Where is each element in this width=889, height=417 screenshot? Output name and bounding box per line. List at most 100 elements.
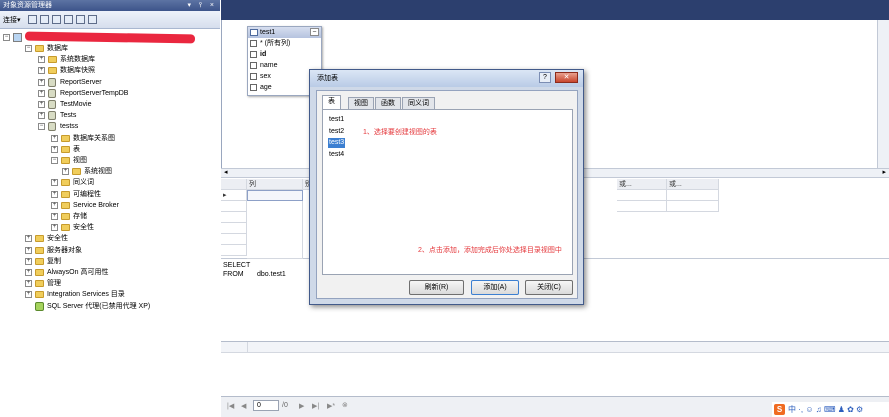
row-selector[interactable] bbox=[221, 212, 247, 223]
expand-icon[interactable]: + bbox=[25, 291, 32, 299]
expand-icon[interactable]: + bbox=[38, 89, 45, 97]
grid-header-or[interactable]: 或... bbox=[617, 179, 667, 190]
tab-synonyms[interactable]: 同义词 bbox=[402, 97, 435, 109]
record-number-input[interactable]: 0 bbox=[253, 400, 279, 411]
checkbox[interactable] bbox=[250, 84, 257, 91]
row-selector[interactable]: ▸ bbox=[221, 190, 247, 201]
checkbox[interactable] bbox=[250, 62, 257, 69]
row-selector[interactable] bbox=[221, 223, 247, 234]
list-item-test4[interactable]: test4 bbox=[328, 150, 345, 160]
expand-icon[interactable]: + bbox=[25, 280, 32, 288]
collapse-icon[interactable]: − bbox=[38, 123, 45, 131]
refresh-icon[interactable] bbox=[76, 15, 85, 24]
grid-cell-active[interactable] bbox=[247, 190, 303, 201]
expand-icon[interactable]: + bbox=[38, 67, 45, 75]
last-record-button[interactable]: ▶| bbox=[312, 402, 319, 410]
checkbox[interactable] bbox=[250, 40, 257, 47]
summary-icon[interactable] bbox=[88, 15, 97, 24]
tree-node[interactable]: + 可编程性 bbox=[51, 189, 210, 200]
row-selector[interactable] bbox=[221, 201, 247, 212]
list-item-test1[interactable]: test1 bbox=[328, 115, 345, 125]
tree-node[interactable]: + ReportServerTempDB bbox=[38, 88, 210, 99]
expand-icon[interactable]: + bbox=[38, 78, 45, 86]
next-record-button[interactable]: ▶ bbox=[299, 402, 304, 410]
tree-node[interactable]: + ReportServer bbox=[38, 77, 210, 88]
tree-node[interactable]: + Service Broker bbox=[51, 200, 210, 211]
tab-functions[interactable]: 函数 bbox=[375, 97, 401, 109]
close-icon[interactable]: ✕ bbox=[555, 72, 578, 83]
list-item-test3[interactable]: test3 bbox=[328, 138, 346, 148]
tree-node[interactable]: + 表 bbox=[51, 144, 210, 155]
expand-icon[interactable]: + bbox=[38, 112, 45, 120]
filter-icon[interactable] bbox=[64, 15, 73, 24]
grid-header-or[interactable]: 或... bbox=[667, 179, 719, 190]
prev-record-button[interactable]: ◀ bbox=[241, 402, 246, 410]
expand-icon[interactable]: + bbox=[51, 190, 58, 198]
grid-cell[interactable] bbox=[667, 201, 719, 212]
tab-tables[interactable]: 表 bbox=[322, 95, 341, 109]
tree-node[interactable]: + 管理 bbox=[25, 278, 210, 289]
first-record-button[interactable]: |◀ bbox=[227, 402, 234, 410]
disconnect-icon[interactable] bbox=[40, 15, 49, 24]
collapse-icon[interactable]: − bbox=[25, 45, 32, 52]
panel-window-buttons[interactable]: ▾ ⫯ × bbox=[187, 0, 217, 11]
tree-node[interactable]: + Tests bbox=[38, 110, 210, 121]
ime-status[interactable]: 中 ·, ☺ ♫ ⌨ ♟ ✿ ⚙ bbox=[788, 404, 863, 415]
checkbox[interactable] bbox=[250, 73, 257, 80]
row-selector[interactable] bbox=[221, 234, 247, 245]
collapse-icon[interactable]: − bbox=[51, 157, 58, 164]
row-selector[interactable] bbox=[221, 245, 247, 256]
results-pane[interactable] bbox=[221, 341, 889, 396]
expand-icon[interactable]: + bbox=[62, 168, 69, 176]
expand-icon[interactable]: + bbox=[38, 101, 45, 108]
column-id[interactable]: id bbox=[248, 49, 321, 60]
expand-icon[interactable]: + bbox=[51, 201, 58, 209]
scroll-left-icon[interactable]: ◂ bbox=[224, 169, 228, 177]
tree-node[interactable]: + 系统视图 bbox=[62, 166, 210, 177]
expand-icon[interactable]: + bbox=[51, 179, 58, 187]
tree-node[interactable]: + TestMovie bbox=[38, 99, 210, 110]
expand-icon[interactable]: + bbox=[25, 246, 32, 254]
tree-node[interactable]: + 数据库快照 bbox=[38, 65, 210, 76]
connect-icon[interactable] bbox=[28, 15, 37, 24]
new-record-button[interactable]: ▶* bbox=[327, 402, 335, 410]
tree-node[interactable]: + Integration Services 目录 bbox=[25, 289, 210, 300]
ime-logo[interactable]: S bbox=[774, 404, 785, 415]
refresh-button[interactable]: 刷新(R) bbox=[409, 280, 464, 295]
vertical-scrollbar[interactable] bbox=[877, 20, 889, 178]
stop-icon[interactable] bbox=[52, 15, 61, 24]
expand-icon[interactable]: + bbox=[25, 235, 32, 243]
expand-icon[interactable]: + bbox=[51, 134, 58, 142]
tree-node[interactable]: + 安全性 bbox=[51, 222, 210, 233]
tree-node[interactable]: − 数据库 bbox=[25, 43, 210, 54]
grid-header-column[interactable]: 列 bbox=[247, 179, 303, 190]
table-box-header[interactable]: test1 – bbox=[248, 27, 321, 38]
checkbox[interactable] bbox=[250, 51, 257, 58]
help-button[interactable]: ? bbox=[539, 72, 551, 83]
expand-icon[interactable]: + bbox=[51, 224, 58, 232]
expand-icon[interactable]: + bbox=[25, 257, 32, 265]
grid-cell[interactable] bbox=[617, 190, 667, 201]
tab-views[interactable]: 视图 bbox=[348, 97, 374, 109]
tree-node[interactable]: + 服务器对象 bbox=[25, 245, 210, 256]
expand-icon[interactable]: + bbox=[51, 145, 58, 153]
tree-node[interactable]: − testss bbox=[38, 121, 210, 132]
table-list[interactable]: test1 test2 test3 test4 1、选择要创建视图的表 2、点击… bbox=[322, 109, 573, 275]
stop-icon[interactable]: ⊗ bbox=[342, 401, 348, 409]
grid-cell[interactable] bbox=[617, 201, 667, 212]
tree-node[interactable]: + 复制 bbox=[25, 256, 210, 267]
list-item-test2[interactable]: test2 bbox=[328, 127, 345, 137]
tree-node[interactable]: SQL Server 代理(已禁用代理 XP) bbox=[25, 301, 210, 312]
tree-node[interactable]: + 存储 bbox=[51, 211, 210, 222]
tree-node[interactable]: + 安全性 bbox=[25, 233, 210, 244]
close-button[interactable]: 关闭(C) bbox=[525, 280, 573, 295]
collapse-icon[interactable]: − bbox=[3, 34, 10, 41]
grid-cell[interactable] bbox=[667, 190, 719, 201]
expand-icon[interactable]: + bbox=[25, 269, 32, 276]
add-button[interactable]: 添加(A) bbox=[471, 280, 519, 295]
expand-icon[interactable]: + bbox=[51, 213, 58, 220]
column-all[interactable]: * (所有列) bbox=[248, 38, 321, 49]
tree-node[interactable]: + 数据库关系图 bbox=[51, 133, 210, 144]
tree-node[interactable]: + 系统数据库 bbox=[38, 54, 210, 65]
connect-dropdown[interactable]: 连接▾ bbox=[3, 15, 21, 26]
